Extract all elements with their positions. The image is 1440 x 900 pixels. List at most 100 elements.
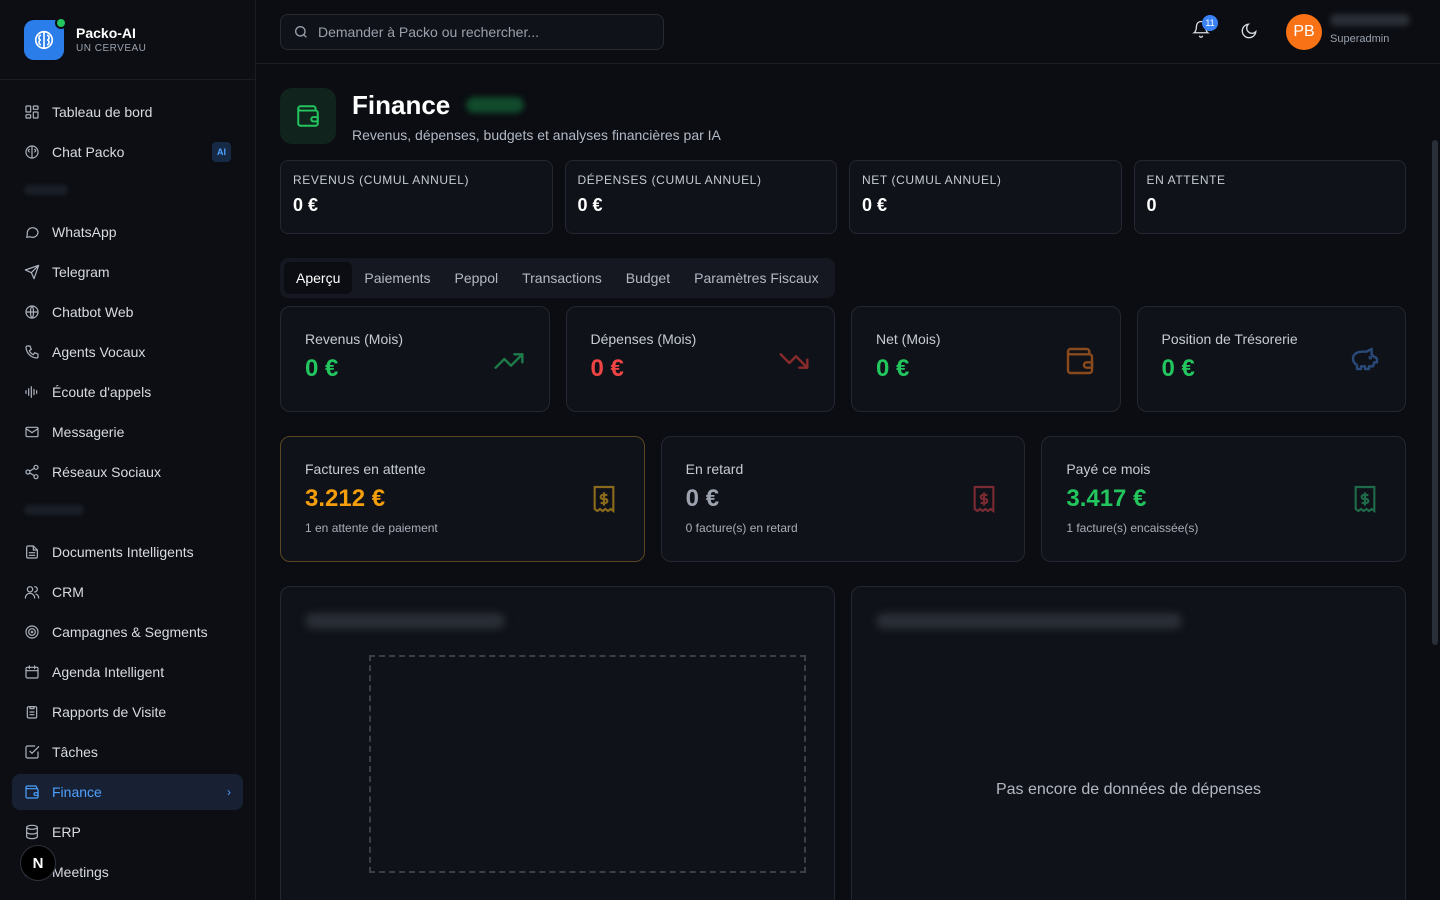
kpi-value: 0 bbox=[1146, 195, 1157, 215]
sidebar-item-label: Réseaux Sociaux bbox=[52, 464, 161, 480]
wallet-icon bbox=[1066, 347, 1093, 375]
check-square-icon bbox=[25, 745, 40, 759]
invoice-card-pending: Factures en attente 3.212 € 1 en attente… bbox=[280, 436, 645, 562]
invoice-label: En retard bbox=[685, 461, 744, 477]
page-subtitle: Revenus, dépenses, budgets et analyses f… bbox=[352, 126, 721, 143]
tab-paiements[interactable]: Paiements bbox=[352, 262, 442, 294]
file-icon bbox=[26, 545, 38, 559]
kpi-card: DÉPENSES (CUMUL ANNUEL) 0 € bbox=[564, 160, 837, 234]
sidebar-item-finance[interactable]: Finance › bbox=[12, 774, 243, 810]
sidebar-item-label: Telegram bbox=[52, 264, 110, 280]
phone-icon bbox=[25, 345, 39, 359]
invoice-stats: Factures en attente 3.212 € 1 en attente… bbox=[280, 436, 1407, 562]
kpi-card: REVENUS (CUMUL ANNUEL) 0 € bbox=[280, 160, 553, 234]
tab-budget[interactable]: Budget bbox=[614, 262, 682, 294]
notifications-button[interactable]: 11 bbox=[1192, 15, 1218, 42]
tab-transactions[interactable]: Transactions bbox=[510, 262, 614, 294]
panel-title-blurred bbox=[305, 613, 505, 629]
invoice-note: 0 facture(s) en retard bbox=[685, 521, 798, 535]
sidebar-item-telegram[interactable]: Telegram bbox=[12, 254, 243, 290]
sidebar-item-chatbot-web[interactable]: Chatbot Web bbox=[12, 294, 243, 330]
sidebar-item-label: Agenda Intelligent bbox=[52, 664, 165, 680]
kpi-value: 0 € bbox=[577, 195, 603, 215]
kpi-card: NET (CUMUL ANNUEL) 0 € bbox=[849, 160, 1122, 234]
users-icon bbox=[24, 586, 40, 599]
receipt-icon bbox=[593, 485, 615, 514]
database-icon bbox=[26, 824, 38, 840]
sidebar-item-campagnes-segments[interactable]: Campagnes & Segments bbox=[12, 614, 243, 650]
monthly-stats: Revenus (Mois) 0 € Dépenses (Mois) 0 € N… bbox=[280, 306, 1406, 412]
sidebar-item-label: ERP bbox=[52, 824, 81, 840]
audio-lines-icon bbox=[25, 386, 38, 398]
mail-icon bbox=[25, 426, 39, 438]
chevron-right-icon: › bbox=[227, 785, 231, 799]
main-content: Finance Revenus, dépenses, budgets et an… bbox=[256, 64, 1440, 900]
avatar[interactable]: PB bbox=[1286, 14, 1322, 50]
brand-name: Packo-AI bbox=[76, 25, 136, 41]
status-badge-blurred bbox=[466, 97, 525, 113]
sidebar-item-documents-intelligents[interactable]: Documents Intelligents bbox=[12, 534, 243, 570]
brand[interactable]: Packo-AI UN CERVEAU bbox=[0, 0, 255, 80]
invoice-card-overdue: En retard 0 € 0 facture(s) en retard bbox=[660, 436, 1026, 562]
sidebar-item-label: Agents Vocaux bbox=[52, 344, 146, 360]
invoice-label: Payé ce mois bbox=[1066, 461, 1151, 477]
brand-logo bbox=[24, 16, 67, 60]
section-label-blurred bbox=[24, 182, 231, 204]
sidebar-item-whatsapp[interactable]: WhatsApp bbox=[12, 214, 243, 250]
sidebar-item-label: Chat Packo bbox=[52, 144, 125, 160]
sidebar-item-label: Messagerie bbox=[52, 424, 125, 440]
scrollbar[interactable] bbox=[1432, 140, 1438, 645]
sidebar-item-rapports-visite[interactable]: Rapports de Visite bbox=[12, 694, 243, 730]
receipt-icon bbox=[1354, 485, 1376, 514]
search-icon bbox=[295, 26, 307, 38]
sidebar-item-label: Tableau de bord bbox=[52, 104, 153, 120]
kpi-value: 0 € bbox=[293, 195, 319, 215]
kpi-value: 0 € bbox=[862, 195, 888, 215]
tab-parametres-fiscaux[interactable]: Paramètres Fiscaux bbox=[682, 262, 830, 294]
calendar-icon bbox=[25, 665, 39, 679]
invoice-value: 3.212 € bbox=[305, 485, 386, 512]
sidebar-item-erp[interactable]: ERP bbox=[12, 814, 243, 850]
sidebar-item-chat-packo[interactable]: Chat Packo AI bbox=[12, 134, 243, 170]
sidebar-item-label: Documents Intelligents bbox=[52, 544, 194, 560]
online-status-dot bbox=[55, 16, 67, 29]
sidebar-item-tableau-de-bord[interactable]: Tableau de bord bbox=[12, 94, 243, 130]
sidebar-item-messagerie[interactable]: Messagerie bbox=[12, 414, 243, 450]
sidebar-item-label: CRM bbox=[52, 584, 84, 600]
target-icon bbox=[25, 625, 39, 639]
search-input[interactable] bbox=[318, 24, 638, 40]
trending-up-icon bbox=[493, 353, 524, 369]
send-icon bbox=[24, 264, 40, 280]
kpi-row: REVENUS (CUMUL ANNUEL) 0 € DÉPENSES (CUM… bbox=[280, 160, 1406, 234]
sidebar-item-agents-vocaux[interactable]: Agents Vocaux bbox=[12, 334, 243, 370]
ai-badge: AI bbox=[212, 142, 231, 162]
kpi-label: DÉPENSES (CUMUL ANNUEL) bbox=[577, 173, 762, 187]
empty-state-text: Pas encore de données de dépenses bbox=[995, 781, 1262, 798]
stat-card-depenses: Dépenses (Mois) 0 € bbox=[565, 306, 835, 412]
sidebar-item-reseaux-sociaux[interactable]: Réseaux Sociaux bbox=[12, 454, 243, 490]
floating-action-button[interactable]: N bbox=[20, 845, 56, 881]
section-label-blurred bbox=[24, 502, 231, 524]
panel-title-blurred bbox=[876, 613, 1182, 629]
tab-peppol[interactable]: Peppol bbox=[443, 262, 511, 294]
stat-card-tresorerie: Position de Trésorerie 0 € bbox=[1136, 306, 1406, 412]
search-bar[interactable] bbox=[280, 14, 664, 50]
chart-placeholder bbox=[369, 655, 806, 873]
tab-apercu[interactable]: Aperçu bbox=[284, 262, 353, 294]
kpi-label: NET (CUMUL ANNUEL) bbox=[862, 173, 1002, 187]
message-circle-icon bbox=[26, 227, 39, 238]
sidebar-item-label: Finance bbox=[52, 784, 102, 800]
clipboard-icon bbox=[26, 706, 38, 719]
sidebar-item-agenda-intelligent[interactable]: Agenda Intelligent bbox=[12, 654, 243, 690]
sidebar-item-taches[interactable]: Tâches bbox=[12, 734, 243, 770]
sidebar-item-crm[interactable]: CRM bbox=[12, 574, 243, 610]
globe-icon bbox=[25, 305, 39, 319]
piggy-bank-icon bbox=[1351, 347, 1379, 371]
sidebar-item-label: Tâches bbox=[52, 744, 98, 760]
sidebar-item-ecoute-appels[interactable]: Écoute d'appels bbox=[12, 374, 243, 410]
page-header: Finance Revenus, dépenses, budgets et an… bbox=[280, 88, 721, 144]
sidebar-item-label: Rapports de Visite bbox=[52, 704, 167, 720]
expenses-breakdown-panel: Pas encore de données de dépenses bbox=[851, 586, 1406, 900]
dashboard-icon bbox=[25, 105, 39, 119]
theme-toggle-button[interactable] bbox=[1240, 22, 1258, 45]
